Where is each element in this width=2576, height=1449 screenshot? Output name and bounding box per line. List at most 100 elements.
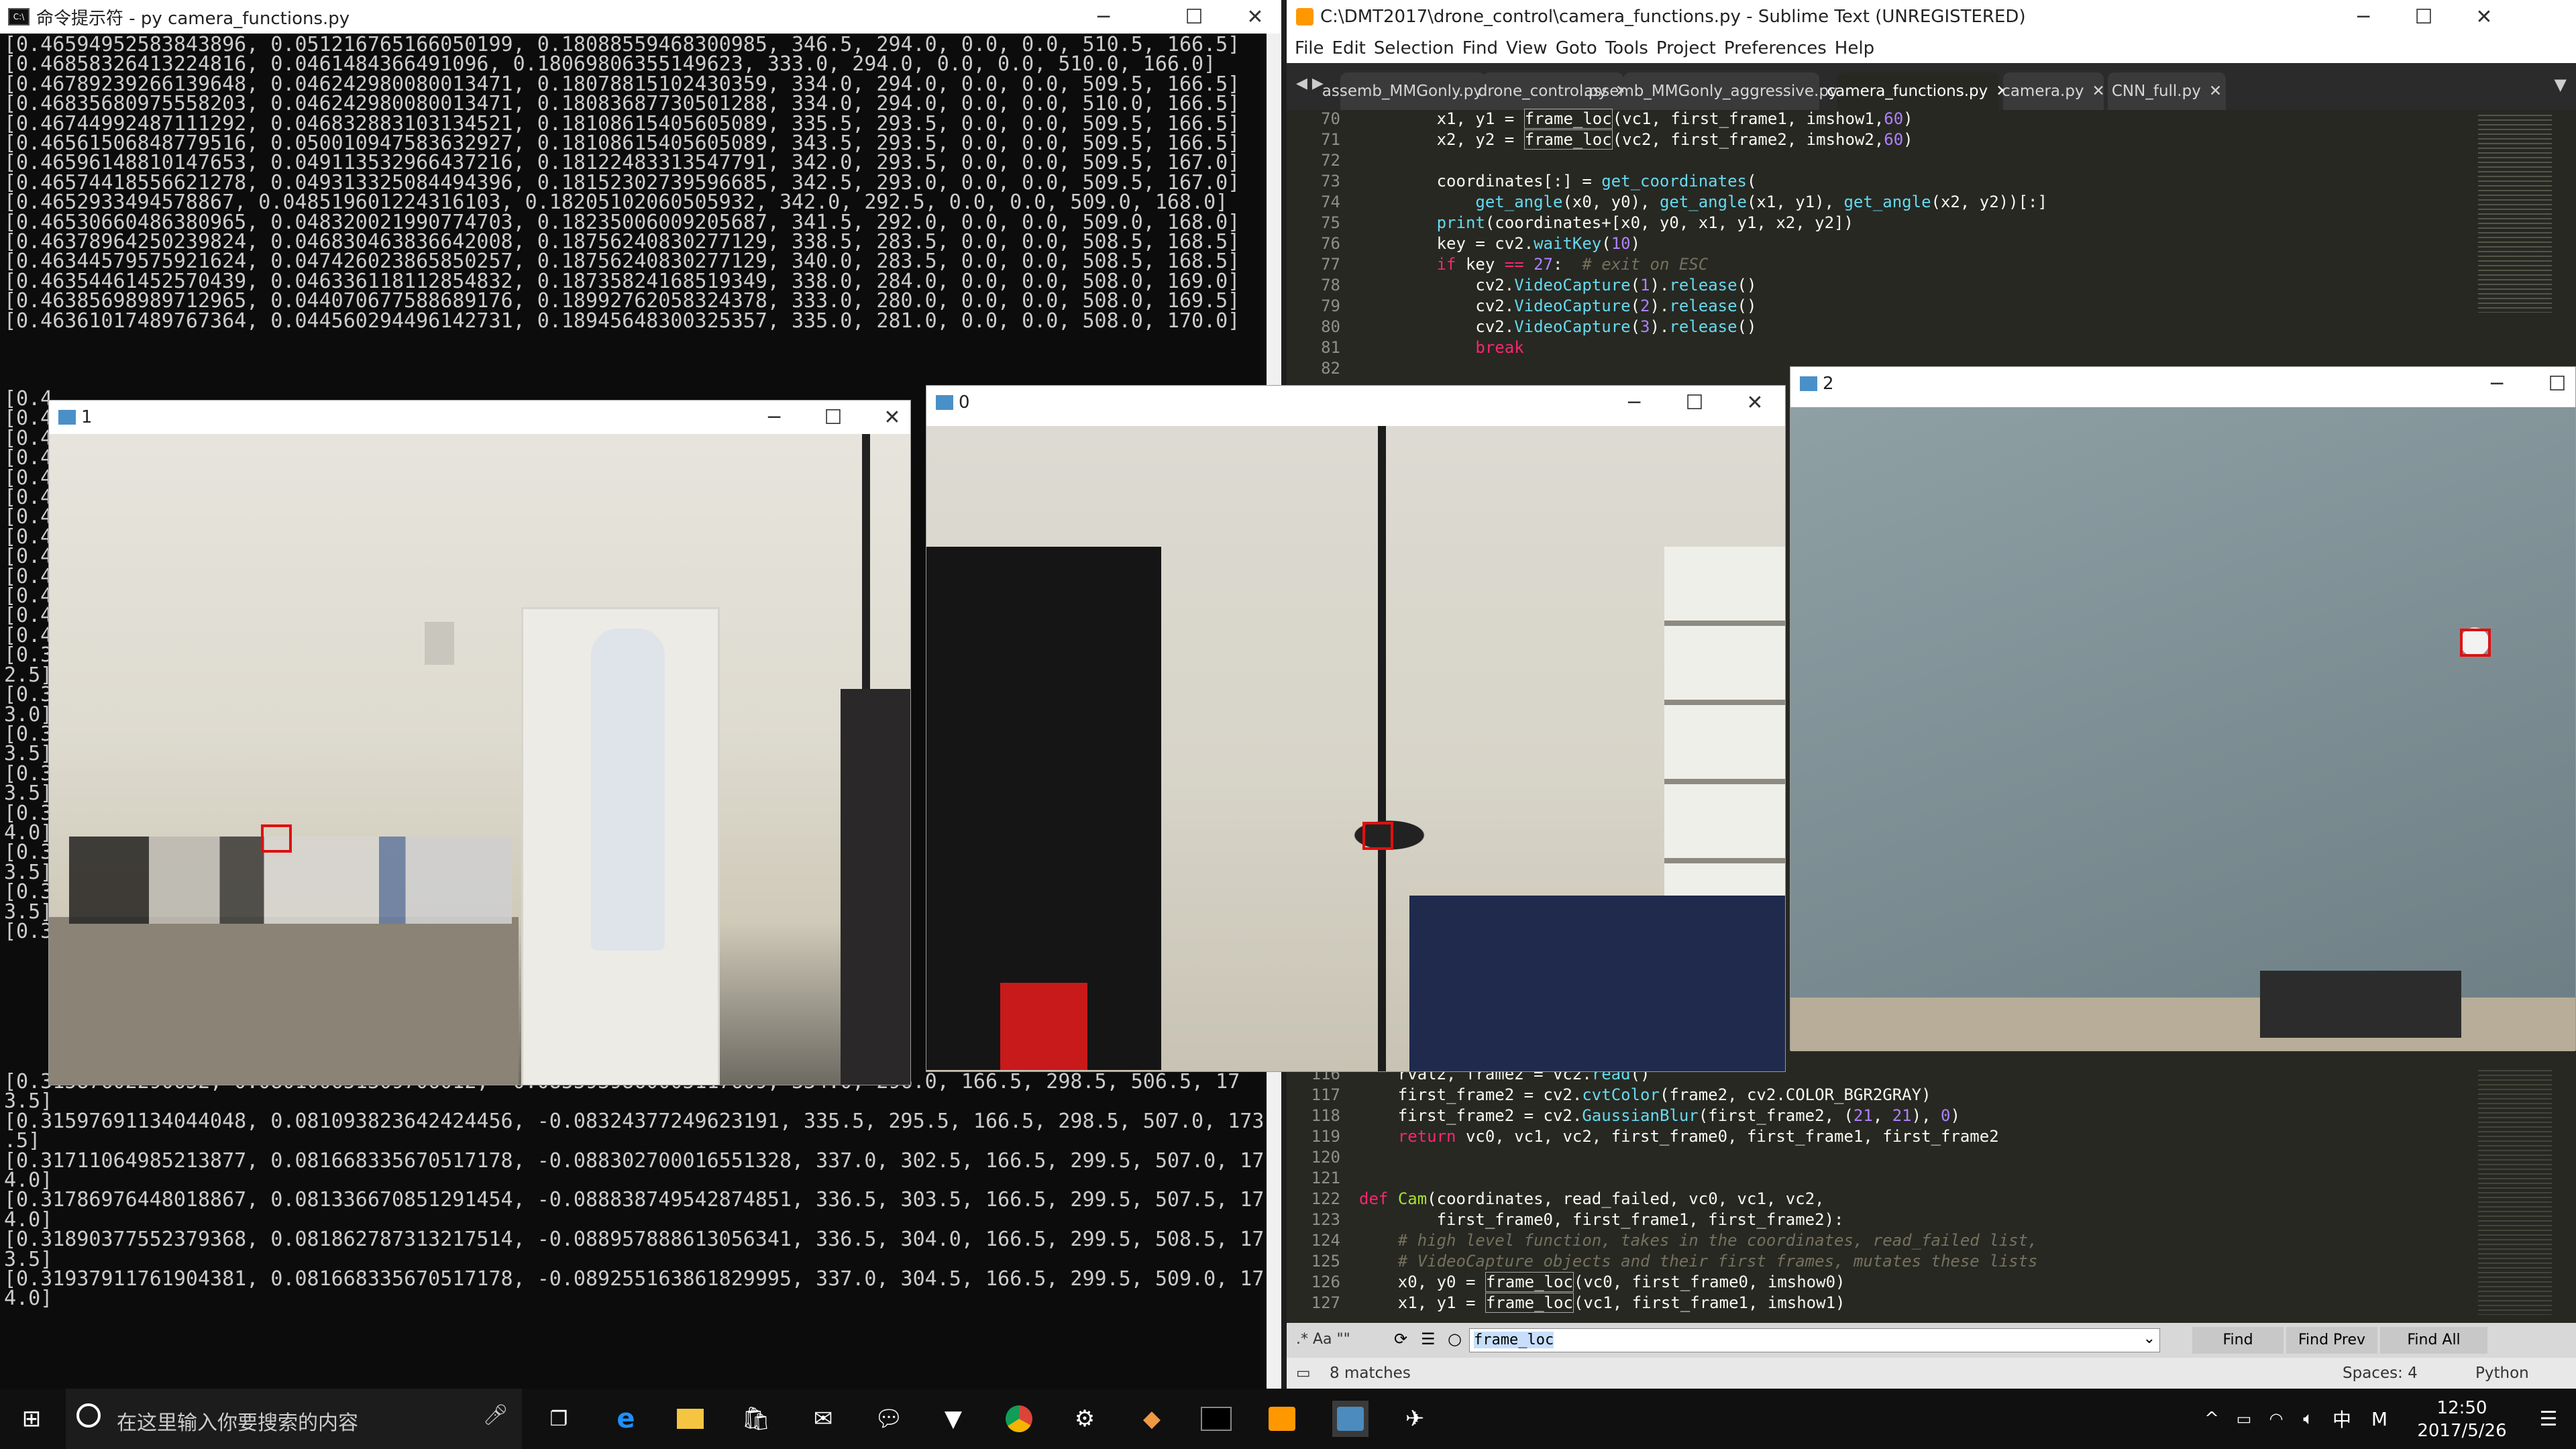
cmd-title: 命令提示符 - py camera_functions.py [36, 8, 350, 29]
tab-assemb-mmgonly-aggressive-py[interactable]: assemb_MMGonly_aggressive.py✕ [1584, 72, 1859, 110]
console-line: [0.46378964250239824, 0.0468304638366420… [4, 230, 1240, 254]
windows-start-icon[interactable]: ⊞ [13, 1401, 50, 1437]
menu-item-tools[interactable]: Tools [1605, 38, 1648, 58]
sublime-titlebar[interactable]: C:\DMT2017\drone_control\camera_function… [1287, 0, 2576, 34]
cmd-titlebar[interactable]: C:\ 命令提示符 - py camera_functions.py ─ ☐ ✕ [0, 0, 1281, 34]
taskbar-search[interactable]: 在这里输入你要搜索的内容 🎤︎ [66, 1389, 522, 1449]
sublime-taskbar-icon[interactable] [1264, 1401, 1300, 1437]
camera-window-2[interactable]: 2 ─ ☐ [1790, 366, 2576, 1051]
console-line: [0.46858326413224816, 0.0461484366491096… [4, 52, 1216, 76]
menu-item-view[interactable]: View [1506, 38, 1548, 58]
wrap-icon[interactable]: ⟳ [1394, 1330, 1407, 1348]
chrome-icon[interactable] [1001, 1401, 1037, 1437]
close-icon[interactable]: ✕ [862, 400, 922, 434]
ime-chinese[interactable]: 中 [2324, 1401, 2360, 1437]
drone-app-icon[interactable]: ✈ [1397, 1401, 1433, 1437]
syntax-status[interactable]: Python [2475, 1364, 2529, 1382]
edge-browser-icon[interactable]: e [608, 1401, 644, 1437]
cmd-taskbar-icon[interactable] [1198, 1401, 1234, 1437]
minimize-icon[interactable]: ─ [1073, 0, 1134, 34]
volume-icon[interactable]: 🔈︎ [2290, 1401, 2326, 1437]
menu-item-help[interactable]: Help [1835, 38, 1874, 58]
console-line-fragment: 3.5] [4, 860, 53, 884]
maximize-icon[interactable]: ☐ [2527, 367, 2576, 400]
tab-camera-py[interactable]: camera.py ✕ [2002, 72, 2105, 110]
clock-date: 2017/5/26 [2417, 1421, 2507, 1441]
taskbar: ⊞ 在这里输入你要搜索的内容 🎤︎ ❐ e 🛍︎ ✉ 💬︎ ▼ ⚙ ◆ ✈ ^ … [0, 1389, 2576, 1449]
show-hidden-icons-icon[interactable]: ^ [2194, 1401, 2230, 1437]
panel-toggle-icon[interactable]: ▭ [1296, 1364, 1311, 1382]
find-input[interactable]: frame_loc ⌄ [1469, 1328, 2160, 1352]
close-icon[interactable]: ✕ [1225, 0, 1285, 34]
microphone-icon[interactable]: 🎤︎ [483, 1403, 508, 1427]
camera-window-1[interactable]: 1 ─ ☐ ✕ [48, 400, 911, 1085]
maximize-icon[interactable]: ☐ [2394, 0, 2454, 34]
code-block-top: x1, y1 = frame_loc(vc1, first_frame1, im… [1359, 109, 2047, 357]
store-icon[interactable]: 🛍︎ [738, 1401, 774, 1437]
console-line: 4.0] [4, 1208, 53, 1232]
console-line-fragment: [0.3 [4, 722, 53, 746]
tab-assemb-mmgonly-py[interactable]: assemb_MMGonly.py✕ [1322, 72, 1503, 110]
battery-icon[interactable]: ▭ [2226, 1401, 2262, 1437]
camera-feed-2 [1790, 407, 2575, 1051]
console-line-fragment: [0.3 [4, 880, 53, 904]
mail-icon[interactable]: ✉ [805, 1401, 841, 1437]
menu-item-goto[interactable]: Goto [1556, 38, 1597, 58]
wifi-icon[interactable]: ◠ [2258, 1401, 2294, 1437]
find-options[interactable]: .* Aa "" [1296, 1331, 1350, 1348]
menu-item-file[interactable]: File [1295, 38, 1324, 58]
wechat-icon[interactable]: 💬︎ [871, 1401, 907, 1437]
clock[interactable]: 12:50 2017/5/26 [2402, 1397, 2522, 1442]
console-line-fragment: [0.3 [4, 761, 53, 786]
notifications-icon[interactable]: ☰ [2530, 1401, 2567, 1437]
maximize-icon[interactable]: ☐ [803, 400, 863, 434]
tab-close-icon[interactable]: ✕ [2209, 83, 2222, 100]
camera-window-0-titlebar[interactable]: 0 ─ ☐ ✕ [926, 386, 1785, 419]
tab-overflow-icon[interactable]: ▼ [2555, 75, 2567, 94]
find-button[interactable]: Find [2192, 1327, 2284, 1354]
tab-close-icon[interactable]: ✕ [2092, 83, 2105, 100]
highlight-icon[interactable]: ○ [1448, 1330, 1462, 1348]
console-line: [0.46361017489767364, 0.0445602944961427… [4, 309, 1240, 333]
line-number: 76 [1321, 234, 1340, 253]
git-icon[interactable]: ◆ [1134, 1401, 1170, 1437]
steam-icon[interactable]: ⚙ [1067, 1401, 1103, 1437]
find-history-icon[interactable]: ⌄ [2143, 1330, 2155, 1347]
in-selection-icon[interactable]: ☰ [1421, 1330, 1436, 1348]
camera-window-1-titlebar[interactable]: 1 ─ ☐ ✕ [49, 400, 910, 434]
menu-item-edit[interactable]: Edit [1332, 38, 1366, 58]
menu-item-selection[interactable]: Selection [1374, 38, 1454, 58]
menu-item-find[interactable]: Find [1462, 38, 1498, 58]
drone-detection-box-0 [1362, 822, 1393, 850]
maximize-icon[interactable]: ☐ [1664, 386, 1725, 419]
opencv-app-icon [58, 410, 76, 425]
menu-item-project[interactable]: Project [1656, 38, 1716, 58]
find-prev-button[interactable]: Find Prev [2286, 1327, 2377, 1354]
drone-detection-box-1 [261, 824, 292, 853]
maximize-icon[interactable]: ☐ [1164, 0, 1224, 34]
tab-scroll-left-icon[interactable]: ◀ ▶ [1296, 75, 1324, 92]
python-taskbar-icon[interactable] [1332, 1401, 1368, 1437]
line-number: 120 [1311, 1148, 1340, 1167]
camera-window-0[interactable]: 0 ─ ☐ ✕ [926, 385, 1786, 1072]
task-view-icon[interactable]: ❐ [541, 1401, 577, 1437]
minimap-bottom[interactable] [2478, 1067, 2552, 1315]
indentation-status[interactable]: Spaces: 4 [2343, 1364, 2418, 1382]
close-icon[interactable]: ✕ [1725, 386, 1785, 419]
fox-app-icon[interactable]: ▼ [935, 1401, 971, 1437]
menu-item-preferences[interactable]: Preferences [1724, 38, 1827, 58]
file-explorer-icon[interactable] [672, 1401, 708, 1437]
minimize-icon[interactable]: ─ [2333, 0, 2394, 34]
ime-mode[interactable]: M [2361, 1401, 2398, 1437]
camera-window-2-titlebar[interactable]: 2 ─ ☐ [1790, 367, 2575, 400]
tab-camera-functions-py[interactable]: camera_functions.py ✕ [1827, 72, 2009, 110]
minimap[interactable] [2478, 111, 2552, 313]
minimize-icon[interactable]: ─ [2467, 367, 2527, 400]
line-number: 119 [1311, 1127, 1340, 1146]
find-all-button[interactable]: Find All [2380, 1327, 2487, 1354]
close-icon[interactable]: ✕ [2454, 0, 2514, 34]
tab-cnn-full-py[interactable]: CNN_full.py ✕ [2108, 72, 2226, 110]
minimize-icon[interactable]: ─ [1604, 386, 1664, 419]
minimize-icon[interactable]: ─ [744, 400, 804, 434]
console-line: [0.46574418556621278, 0.0493133250844943… [4, 170, 1240, 195]
